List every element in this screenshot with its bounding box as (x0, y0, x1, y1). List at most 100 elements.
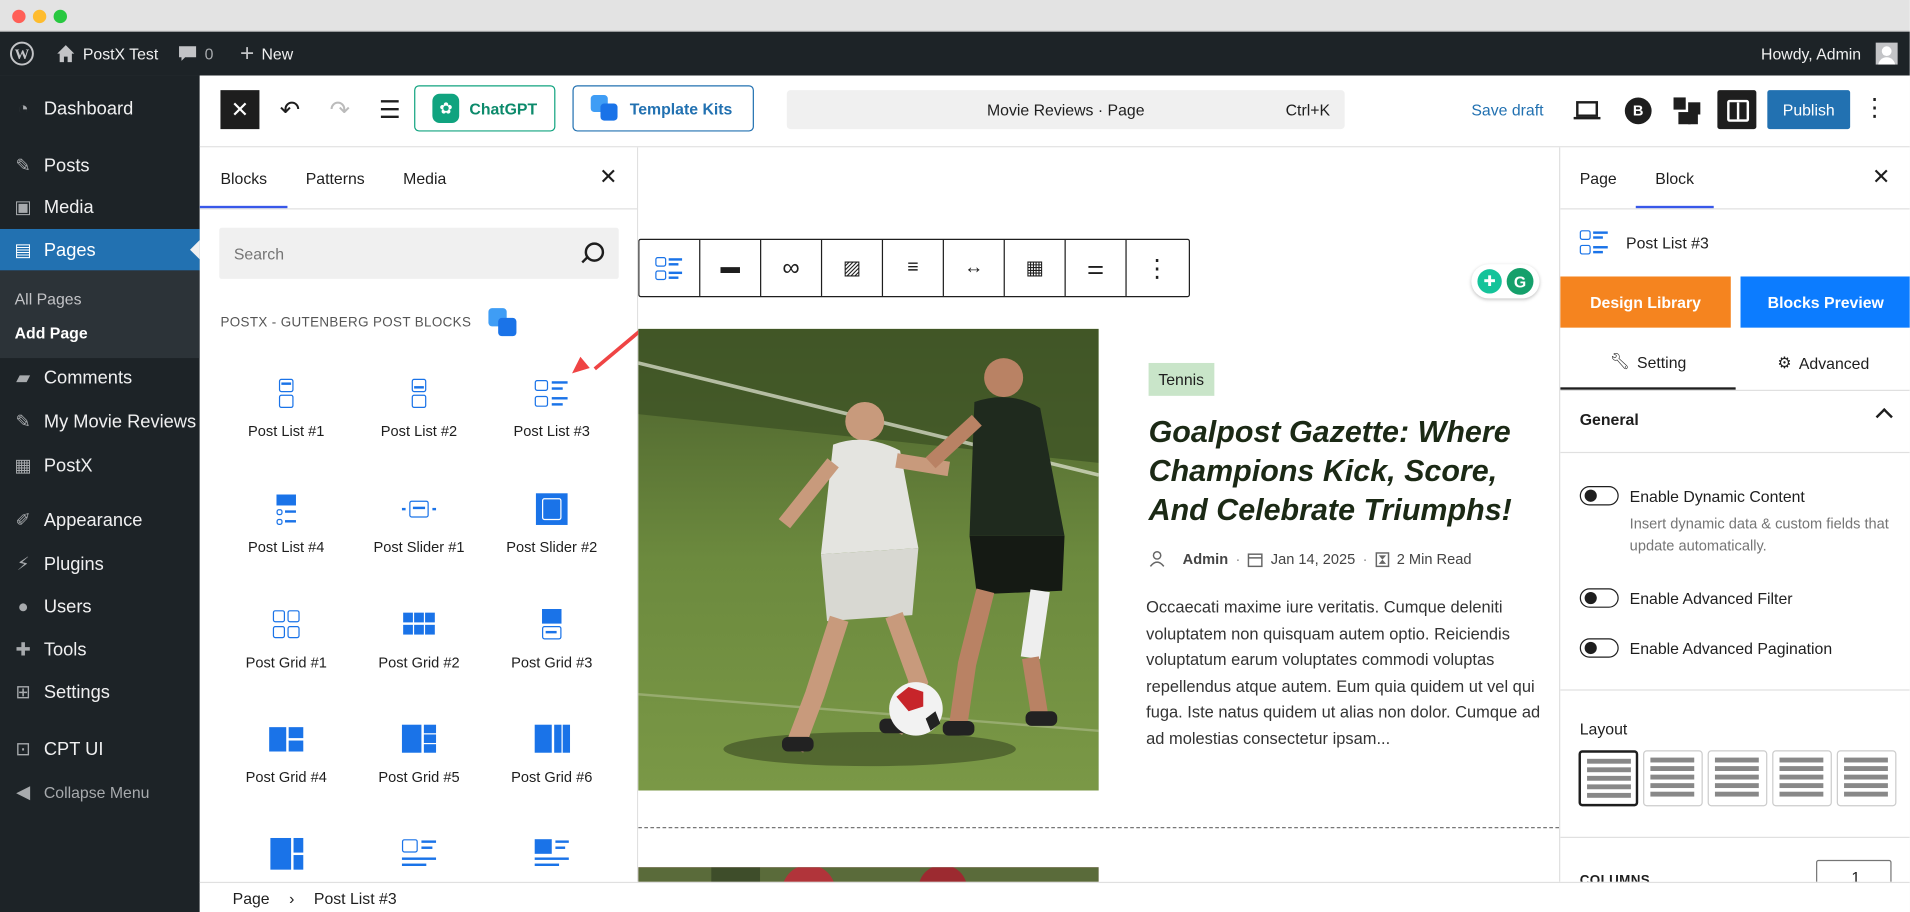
sidebar-item-comments[interactable]: ▰ Comments (0, 357, 200, 398)
zoom-window-dot[interactable] (53, 9, 67, 24)
tab-media[interactable]: Media (403, 147, 446, 208)
block-post-list-1[interactable]: Post List #1 (219, 374, 353, 484)
breadcrumb-block[interactable]: Post List #3 (314, 889, 397, 907)
collapse-menu[interactable]: ◀ Collapse Menu (0, 771, 200, 812)
tab-advanced[interactable]: ⚙ Advanced (1736, 336, 1910, 390)
close-editor-button[interactable]: ✕ (220, 90, 260, 130)
sidebar-item-appearance[interactable]: ✐ Appearance (0, 499, 200, 540)
block-post-grid-6[interactable]: Post Grid #6 (485, 720, 619, 830)
editor-canvas[interactable]: ▬ ∞ ▨ ≡ ↔ ▦ ⚌ ⋮ ✚ G Tennis Goalpost Gaze… (638, 147, 1560, 882)
redo-button[interactable]: ↷ (323, 93, 357, 127)
next-post-image[interactable] (638, 867, 1099, 882)
chevron-up-icon[interactable] (1875, 407, 1893, 426)
block-post-grid-4[interactable]: Post Grid #4 (219, 720, 353, 830)
block-post-grid-1[interactable]: Post Grid #1 (219, 605, 353, 715)
block-post-grid-5[interactable]: Post Grid #5 (352, 720, 486, 830)
tab-blocks[interactable]: Blocks (199, 147, 289, 209)
layout-option-3[interactable] (1707, 750, 1768, 807)
sidebar-item-cpt-ui[interactable]: ⊡ CPT UI (0, 728, 200, 769)
link-button[interactable]: ∞ (761, 239, 823, 296)
sidebar-item-posts[interactable]: ✎ Posts (0, 145, 200, 186)
more-options-button[interactable]: ⋮ (1127, 240, 1188, 296)
block-post-list-3[interactable]: Post List #3 (485, 374, 619, 484)
chatgpt-button[interactable]: ✿ ChatGPT (414, 85, 556, 132)
sidebar-item-media[interactable]: ▣ Media (0, 186, 200, 227)
tab-patterns[interactable]: Patterns (306, 147, 365, 208)
design-library-button[interactable]: Design Library (1560, 276, 1731, 328)
block-post-list-2[interactable]: Post List #2 (352, 374, 486, 484)
sidebar-item-users[interactable]: ● Users (0, 586, 200, 627)
save-draft-button[interactable]: Save draft (1471, 101, 1543, 119)
block-post-grid-3[interactable]: Post Grid #3 (485, 605, 619, 715)
general-section-title[interactable]: General (1580, 410, 1639, 428)
block-post-grid-7[interactable] (219, 836, 353, 882)
sidebar-item-plugins[interactable]: ⚡ Plugins (0, 543, 200, 584)
comments-link[interactable]: 0 (178, 32, 213, 76)
layout-option-4[interactable] (1772, 750, 1832, 807)
text-align-button[interactable]: ≡ (883, 239, 944, 296)
preview-button[interactable] (1569, 93, 1606, 130)
block-align-button[interactable]: ▬ (700, 239, 762, 296)
spacing-button[interactable]: ↔ (944, 239, 1005, 296)
block-post-list-4[interactable]: Post List #4 (219, 490, 353, 600)
wordpress-logo[interactable]: W (9, 32, 34, 76)
sidebar-item-postx[interactable]: ▦ PostX (0, 445, 200, 486)
block-search-input[interactable] (219, 227, 619, 279)
block-post-slider-1[interactable]: Post Slider #1 (352, 490, 486, 600)
minimize-window-dot[interactable] (32, 9, 47, 24)
layout-option-2[interactable] (1643, 750, 1703, 807)
block-post-slider-2[interactable]: Post Slider #2 (485, 490, 619, 600)
image-settings-button[interactable]: ▨ (822, 239, 884, 296)
post-title[interactable]: Goalpost Gazette: Where Champions Kick, … (1149, 413, 1539, 530)
postx-toolbar-button[interactable] (1669, 93, 1706, 130)
post-featured-image[interactable] (638, 328, 1099, 791)
sidebar-item-settings[interactable]: ⊞ Settings (0, 671, 200, 712)
template-kits-button[interactable]: Template Kits (572, 85, 754, 132)
b-plugin-button[interactable]: B (1620, 93, 1657, 130)
sidebar-item-pages[interactable]: ▤ Pages (0, 228, 200, 271)
close-inserter-button[interactable]: ✕ (599, 164, 617, 190)
command-palette-bar[interactable]: Movie Reviews · Page Ctrl+K (786, 90, 1345, 130)
layout-option-5[interactable] (1836, 750, 1897, 807)
options-menu-button[interactable]: ⋮ (1862, 93, 1886, 123)
columns-input[interactable]: 1 (1816, 859, 1892, 882)
block-settings-button[interactable]: ⚌ (1066, 239, 1127, 296)
sidebar-item-my-movie-reviews[interactable]: ✎ My Movie Reviews (0, 401, 200, 442)
document-overview-button[interactable]: ☰ (373, 93, 407, 127)
submenu-all-pages[interactable]: All Pages (15, 290, 82, 308)
block-type-button[interactable] (639, 239, 701, 296)
tab-setting[interactable]: 🔧︎ Setting (1560, 336, 1736, 390)
undo-button[interactable]: ↶ (273, 93, 307, 127)
block-post-module-2[interactable] (485, 836, 619, 882)
new-content-link[interactable]: + New (240, 32, 293, 76)
layout-grid-button[interactable]: ▦ (1005, 239, 1066, 296)
category-badge[interactable]: Tennis (1148, 362, 1214, 396)
layout-option-1[interactable] (1578, 750, 1639, 807)
publish-button[interactable]: Publish (1767, 90, 1851, 130)
site-name-link[interactable]: PostX Test (56, 32, 158, 76)
tab-page[interactable]: Page (1580, 147, 1617, 208)
advanced-pagination-toggle[interactable] (1579, 638, 1619, 658)
close-window-dot[interactable] (12, 9, 26, 24)
my-account-link[interactable]: Howdy, Admin (1761, 32, 1898, 76)
block-post-grid-2[interactable]: Post Grid #2 (352, 605, 486, 715)
sidebar-item-dashboard[interactable]: ◔ Dashboard (0, 88, 200, 129)
template-kits-label: Template Kits (629, 99, 733, 118)
window-titlebar (0, 0, 1910, 32)
settings-sidebar-toggle[interactable] (1717, 90, 1757, 130)
search-icon[interactable] (584, 242, 605, 262)
sidebar-item-tools[interactable]: ✚ Tools (0, 628, 200, 669)
dynamic-content-help: Insert dynamic data & custom fields that… (1629, 515, 1889, 555)
blocks-preview-button[interactable]: Blocks Preview (1740, 276, 1910, 328)
post-author[interactable]: Admin (1183, 551, 1228, 568)
close-settings-button[interactable]: ✕ (1872, 164, 1890, 190)
grammarly-widget[interactable]: ✚ G (1471, 264, 1540, 299)
advanced-filter-toggle[interactable] (1579, 588, 1619, 608)
meta-separator: · (1235, 550, 1241, 568)
section-divider (1560, 451, 1910, 454)
submenu-add-page[interactable]: Add Page (15, 324, 88, 342)
block-post-module-1[interactable] (352, 836, 486, 882)
dynamic-content-toggle[interactable] (1579, 485, 1619, 506)
tab-block[interactable]: Block (1635, 147, 1714, 209)
breadcrumb-page[interactable]: Page (233, 889, 270, 907)
